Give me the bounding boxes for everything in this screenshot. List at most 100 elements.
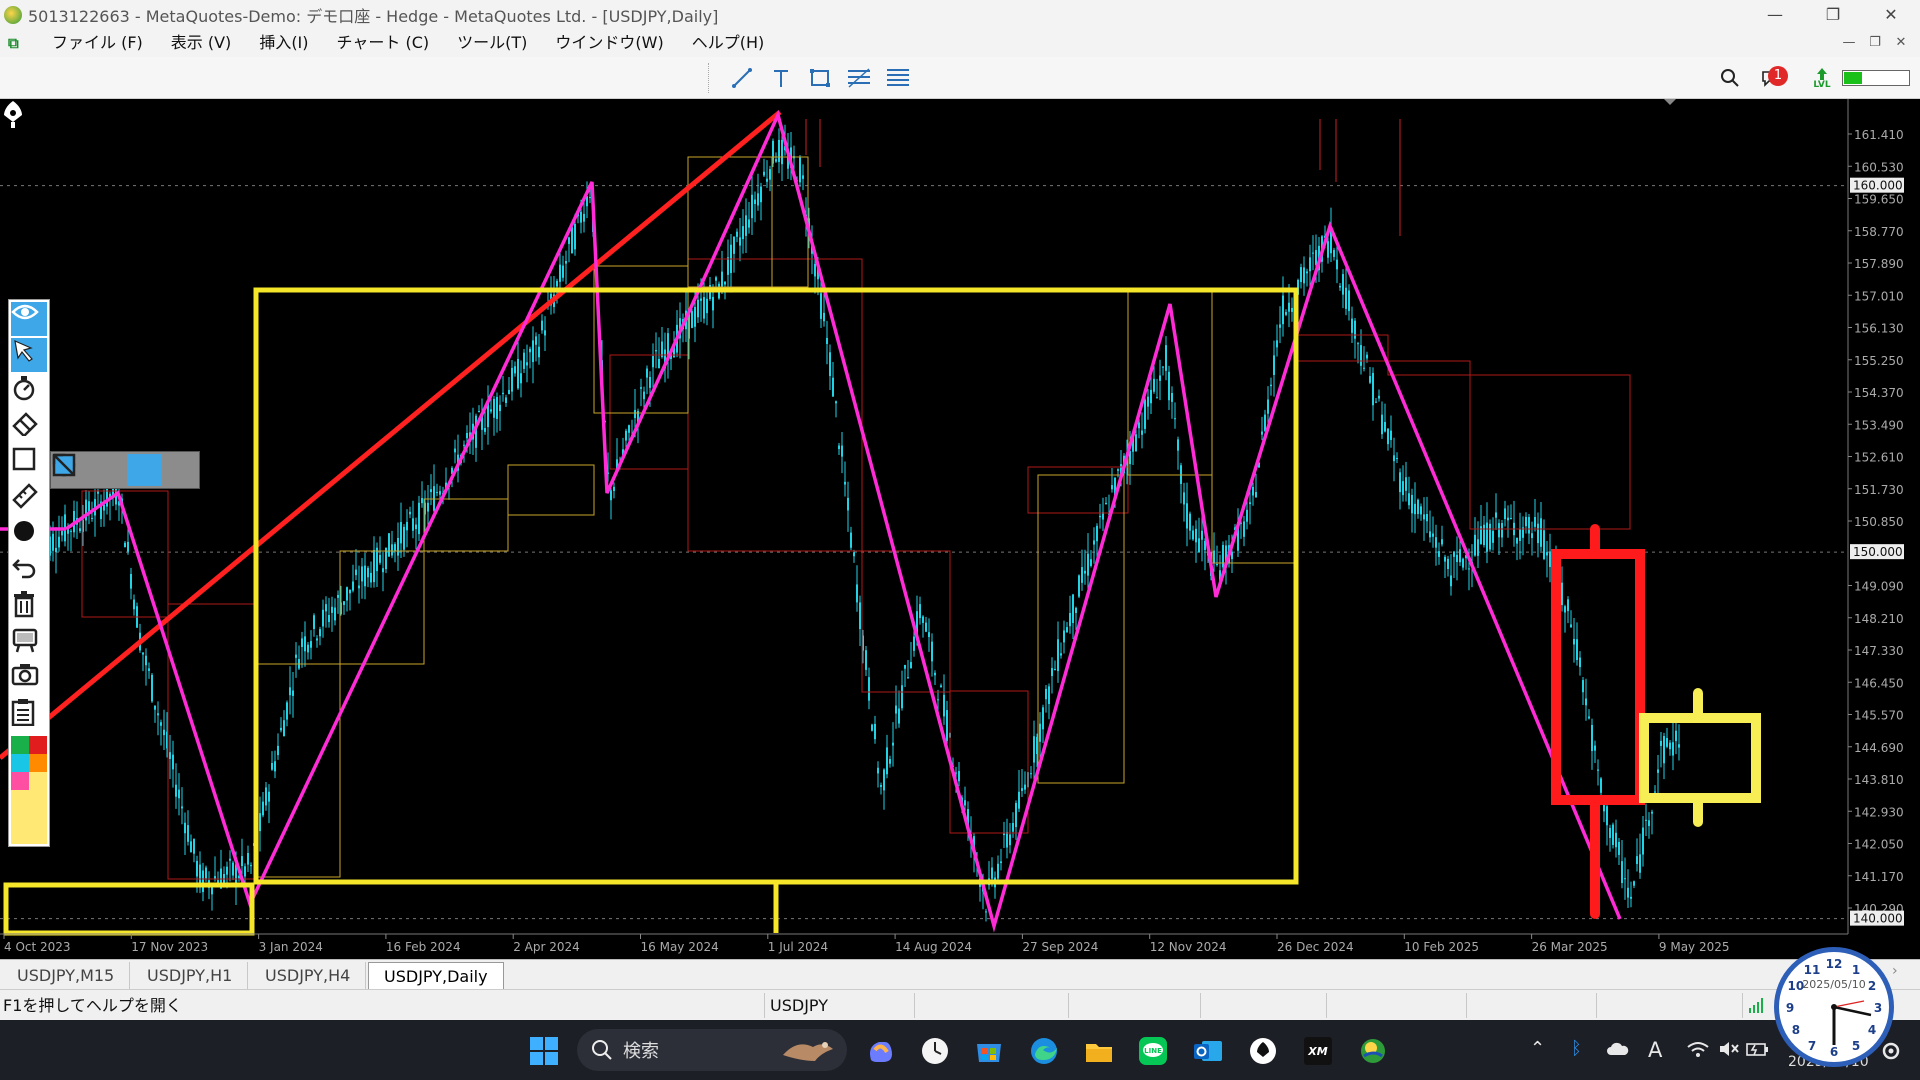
trash-icon[interactable] <box>11 590 47 624</box>
clipboard-icon[interactable] <box>11 698 47 732</box>
tab-usdjpy-daily[interactable]: USDJPY,Daily <box>368 962 504 989</box>
candle-body <box>1075 607 1077 614</box>
candle-body <box>490 409 492 412</box>
tab-usdjpy-h1[interactable]: USDJPY,H1 <box>132 962 249 989</box>
menu-tools[interactable]: ツール(T) <box>443 29 541 57</box>
taskbar-search[interactable]: 検索 <box>577 1029 847 1071</box>
candle-body <box>1045 688 1047 700</box>
notification-badge: 1 <box>1768 66 1788 86</box>
speaker-muted-icon[interactable] <box>1718 1040 1740 1058</box>
filled-rectangle-icon[interactable] <box>52 453 162 486</box>
close-button[interactable]: ✕ <box>1862 0 1920 29</box>
menu-file[interactable]: ファイル (F) <box>38 29 157 57</box>
store-icon[interactable] <box>972 1034 1006 1068</box>
tray-overflow-icon[interactable]: ⌃ <box>1530 1038 1545 1059</box>
pen-icon[interactable] <box>0 99 26 129</box>
pen-app-icon[interactable] <box>1246 1034 1280 1068</box>
menu-help[interactable]: ヘルプ(H) <box>678 29 779 57</box>
rectangle-icon[interactable] <box>11 446 47 480</box>
stopwatch-icon[interactable] <box>11 374 47 408</box>
windows-start-icon[interactable] <box>527 1034 561 1068</box>
trendline-icon[interactable] <box>726 63 758 93</box>
chart-window-icon[interactable]: ⧉ <box>8 34 26 52</box>
rectangle-icon[interactable] <box>804 63 836 93</box>
battery-charging-icon[interactable] <box>1746 1040 1770 1058</box>
price-chart[interactable]: 161.410 160.530 159.650 158.770 157.890 157.0… <box>0 99 1920 959</box>
ruler-icon[interactable] <box>11 482 47 516</box>
copilot-icon[interactable] <box>863 1034 897 1068</box>
outlook-icon[interactable] <box>1191 1034 1225 1068</box>
candle-body <box>1414 503 1416 515</box>
undo-icon[interactable] <box>11 554 47 588</box>
ime-mode-icon[interactable]: A <box>1648 1038 1662 1062</box>
candle-body <box>541 320 543 331</box>
candle-body <box>79 528 81 532</box>
candle-body <box>361 566 363 582</box>
file-explorer-icon[interactable] <box>1082 1034 1116 1068</box>
candle-body <box>514 366 516 374</box>
candle-body <box>1390 430 1392 440</box>
color-swatch[interactable] <box>11 754 29 772</box>
menu-chart[interactable]: チャート (C) <box>323 29 444 57</box>
connection-bars-icon[interactable] <box>1748 996 1766 1014</box>
xm-trading-icon[interactable]: XM <box>1301 1034 1335 1068</box>
yellow-range-box[interactable] <box>253 287 1299 885</box>
circle-icon[interactable] <box>52 453 125 486</box>
color-swatch[interactable] <box>29 772 47 790</box>
channel-icon[interactable] <box>882 63 914 93</box>
status-divider <box>1068 993 1069 1018</box>
clock-numeral: 12 <box>1826 957 1843 971</box>
arrow-icon[interactable] <box>52 453 199 486</box>
eye-icon[interactable] <box>11 302 47 336</box>
candle-body <box>1159 375 1161 381</box>
cursor-icon[interactable] <box>11 338 47 372</box>
monitor-icon[interactable] <box>11 626 47 660</box>
bluetooth-icon[interactable]: ᛒ <box>1571 1038 1582 1059</box>
color-swatch[interactable] <box>11 772 29 790</box>
edge-browser-icon[interactable] <box>1027 1034 1061 1068</box>
selected-color-swatch[interactable] <box>11 790 47 844</box>
signal-lvl-icon[interactable]: LVL <box>1808 65 1836 91</box>
mdi-restore-button[interactable]: ❐ <box>1862 29 1888 57</box>
candle-body <box>1459 549 1461 563</box>
candle-body <box>1261 431 1263 435</box>
chart-shift-marker[interactable] <box>1664 99 1676 105</box>
eraser-icon[interactable] <box>11 410 47 444</box>
color-swatch[interactable] <box>29 736 47 754</box>
candle-body <box>331 606 333 613</box>
minimize-button[interactable]: — <box>1746 0 1804 29</box>
status-help-text: F1を押してヘルプを開く <box>3 996 182 1015</box>
red-trend-line[interactable] <box>0 110 782 760</box>
status-divider <box>1200 993 1201 1018</box>
fibonacci-icon[interactable] <box>843 63 875 93</box>
analog-clock-widget[interactable]: 1234567891011 12 2025/05/10 <box>1772 945 1896 1069</box>
maximize-button[interactable]: ❐ <box>1804 0 1862 29</box>
color-swatch[interactable] <box>29 754 47 772</box>
yellow-bottom-box[interactable] <box>3 882 255 936</box>
candle-body <box>394 544 396 552</box>
tab-usdjpy-m15[interactable]: USDJPY,M15 <box>2 962 131 989</box>
menu-window[interactable]: ウインドウ(W) <box>541 29 677 57</box>
menu-insert[interactable]: 挿入(I) <box>245 29 322 57</box>
mdi-minimize-button[interactable]: — <box>1836 29 1862 57</box>
text-icon[interactable] <box>765 63 797 93</box>
candle-body <box>274 761 276 772</box>
candle-body <box>1255 492 1257 498</box>
clock-app-icon[interactable] <box>918 1034 952 1068</box>
wifi-icon[interactable] <box>1686 1040 1710 1058</box>
mdi-close-button[interactable]: ✕ <box>1888 29 1914 57</box>
candle-body <box>562 265 564 278</box>
onedrive-cloud-icon[interactable] <box>1606 1040 1630 1058</box>
camera-icon[interactable] <box>11 662 47 696</box>
color-swatch[interactable] <box>11 736 29 754</box>
chart-canvas[interactable]: 161.410 160.530 159.650 158.770 157.890 157.0… <box>0 99 1920 959</box>
metatrader-taskbar-icon[interactable] <box>1356 1034 1390 1068</box>
search-icon[interactable] <box>1716 65 1744 91</box>
tab-usdjpy-h4[interactable]: USDJPY,H4 <box>250 962 367 989</box>
zigzag-line[interactable] <box>65 109 1622 933</box>
candle-body <box>142 652 144 655</box>
line-app-icon[interactable]: LINE <box>1136 1034 1170 1068</box>
menu-view[interactable]: 表示 (V) <box>157 29 246 57</box>
candle-body <box>1009 834 1011 846</box>
dot-icon[interactable] <box>11 518 47 552</box>
